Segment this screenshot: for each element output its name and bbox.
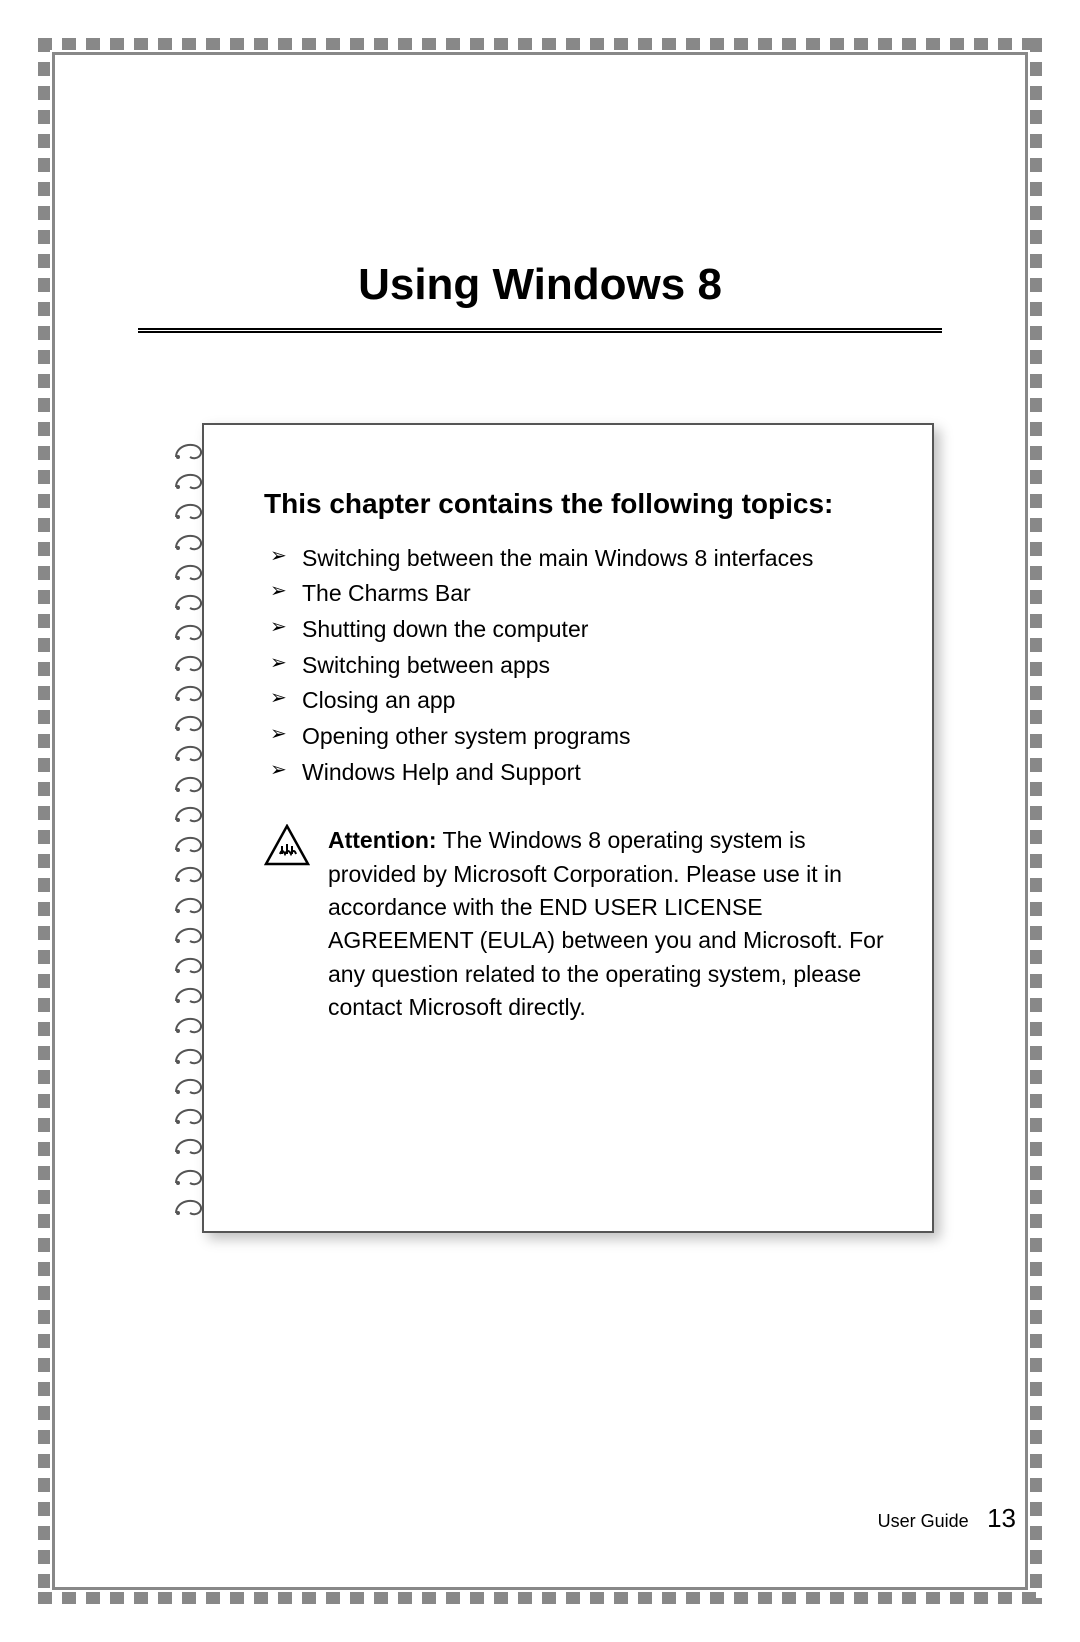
spiral-ring-icon xyxy=(172,741,206,763)
spiral-ring-icon xyxy=(172,862,206,884)
attention-label: Attention: xyxy=(328,827,437,853)
footer-label: User Guide xyxy=(878,1511,969,1531)
subheading: This chapter contains the following topi… xyxy=(264,485,886,523)
spiral-ring-icon xyxy=(172,711,206,733)
spiral-ring-icon xyxy=(172,590,206,612)
spiral-ring-icon xyxy=(172,1044,206,1066)
spiral-ring-icon xyxy=(172,1013,206,1035)
attention-block: Attention: The Windows 8 operating syste… xyxy=(264,824,886,1024)
spiral-ring-icon xyxy=(172,560,206,582)
title-rule xyxy=(138,328,942,333)
spiral-ring-icon xyxy=(172,1104,206,1126)
topic-item: Switching between the main Windows 8 int… xyxy=(270,541,886,577)
topics-list: Switching between the main Windows 8 int… xyxy=(264,541,886,790)
spiral-ring-icon xyxy=(172,530,206,552)
topic-item: Switching between apps xyxy=(270,648,886,684)
spiral-ring-icon xyxy=(172,651,206,673)
attention-body: The Windows 8 operating system is provid… xyxy=(328,827,884,1020)
topic-item: Opening other system programs xyxy=(270,719,886,755)
spiral-ring-icon xyxy=(172,832,206,854)
spiral-ring-icon xyxy=(172,772,206,794)
spiral-ring-icon xyxy=(172,1074,206,1096)
chapter-title: Using Windows 8 xyxy=(138,260,942,310)
topic-item: The Charms Bar xyxy=(270,576,886,612)
spiral-ring-icon xyxy=(172,1165,206,1187)
page-number: 13 xyxy=(987,1503,1016,1533)
topic-item: Shutting down the computer xyxy=(270,612,886,648)
attention-icon xyxy=(264,824,310,866)
spiral-ring-icon xyxy=(172,983,206,1005)
spiral-ring-icon xyxy=(172,893,206,915)
notebook-page: This chapter contains the following topi… xyxy=(202,423,934,1233)
spiral-ring-icon xyxy=(172,923,206,945)
spiral-ring-icon xyxy=(172,802,206,824)
page-content: Using Windows 8 This chapter contains th… xyxy=(60,60,1020,1582)
spiral-ring-icon xyxy=(172,1134,206,1156)
spiral-ring-icon xyxy=(172,681,206,703)
spiral-ring-icon xyxy=(172,620,206,642)
topic-item: Closing an app xyxy=(270,683,886,719)
page-footer: User Guide 13 xyxy=(60,1503,1020,1534)
attention-text: Attention: The Windows 8 operating syste… xyxy=(328,824,886,1024)
spiral-ring-icon xyxy=(172,953,206,975)
notebook: This chapter contains the following topi… xyxy=(172,423,934,1233)
topic-item: Windows Help and Support xyxy=(270,755,886,791)
spiral-ring-icon xyxy=(172,499,206,521)
spiral-ring-icon xyxy=(172,1195,206,1217)
spiral-ring-icon xyxy=(172,439,206,461)
spiral-ring-icon xyxy=(172,469,206,491)
